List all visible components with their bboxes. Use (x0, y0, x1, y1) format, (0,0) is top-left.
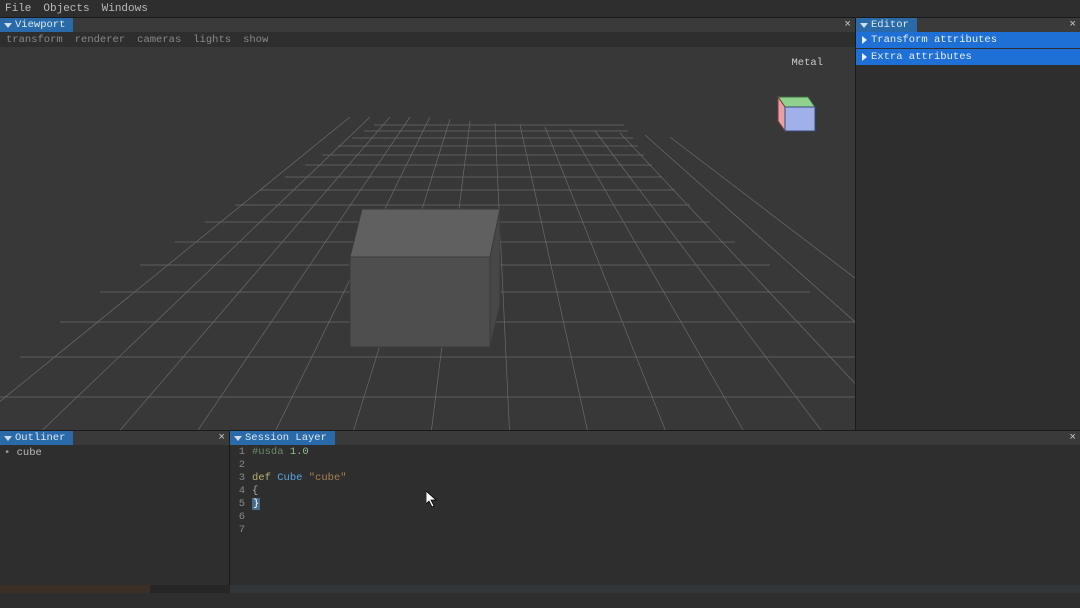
submenu-show[interactable]: show (243, 34, 268, 46)
attr-label: Transform attributes (871, 34, 997, 46)
submenu-renderer[interactable]: renderer (75, 34, 125, 46)
dropdown-icon (4, 436, 12, 441)
code-content[interactable]: #usda 1.0 def Cube "cube" { } (248, 445, 1080, 585)
close-icon[interactable]: × (1069, 19, 1076, 31)
editor-tab[interactable]: Editor (856, 18, 917, 32)
outliner-item-cube[interactable]: cube (4, 447, 225, 459)
expand-icon (862, 53, 867, 61)
outliner-tab[interactable]: Outliner (0, 431, 73, 445)
viewport-tab-label: Viewport (15, 19, 65, 31)
session-tab-label: Session Layer (245, 432, 327, 444)
menu-windows[interactable]: Windows (102, 3, 148, 15)
submenu-lights[interactable]: lights (193, 34, 231, 46)
editor-panel-header: Editor × (856, 17, 1080, 32)
code-editor[interactable]: 1 2 3 4 5 6 7 #usda 1.0 def Cube "cube" … (230, 445, 1080, 585)
submenu-transform[interactable]: transform (6, 34, 63, 46)
submenu-cameras[interactable]: cameras (137, 34, 181, 46)
viewport-panel-header: Viewport × (0, 17, 855, 32)
outliner-body[interactable]: cube (0, 445, 229, 585)
dropdown-icon (860, 23, 868, 28)
editor-body: Transform attributes Extra attributes (856, 32, 1080, 430)
cube-mesh (350, 209, 500, 347)
viewport-3d[interactable]: Metal (0, 47, 855, 430)
close-icon[interactable]: × (218, 432, 225, 444)
render-engine-label: Metal (791, 57, 823, 69)
attr-transform[interactable]: Transform attributes (856, 32, 1080, 49)
menu-file[interactable]: File (5, 3, 31, 15)
app-menubar: File Objects Windows (0, 0, 1080, 17)
expand-icon (862, 36, 867, 44)
dropdown-icon (4, 23, 12, 28)
viewport-tab[interactable]: Viewport (0, 18, 73, 32)
status-bar (0, 585, 1080, 593)
attr-extra[interactable]: Extra attributes (856, 49, 1080, 66)
session-tab[interactable]: Session Layer (230, 431, 335, 445)
viewport-submenu: transform renderer cameras lights show (0, 32, 855, 47)
menu-objects[interactable]: Objects (43, 3, 89, 15)
outliner-panel-header: Outliner × (0, 430, 229, 445)
session-panel-header: Session Layer × (230, 430, 1080, 445)
grid-scene (0, 47, 855, 430)
dropdown-icon (234, 436, 242, 441)
navigation-cube[interactable] (763, 79, 823, 139)
close-icon[interactable]: × (1069, 432, 1076, 444)
outliner-tab-label: Outliner (15, 432, 65, 444)
close-icon[interactable]: × (844, 19, 851, 31)
line-gutter: 1 2 3 4 5 6 7 (230, 445, 248, 585)
editor-tab-label: Editor (871, 19, 909, 31)
attr-label: Extra attributes (871, 51, 972, 63)
